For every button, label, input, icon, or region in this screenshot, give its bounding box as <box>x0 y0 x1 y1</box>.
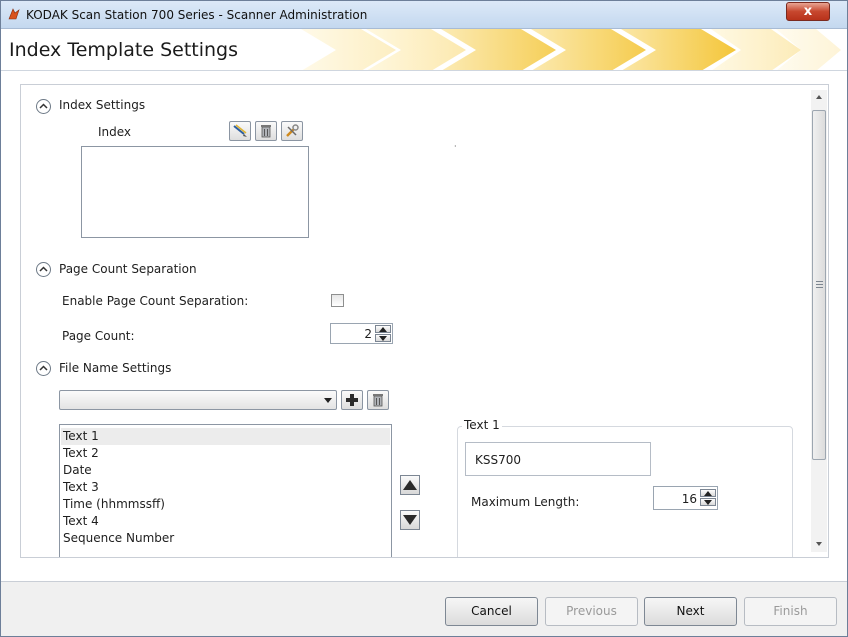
maximum-length-spinner[interactable]: 16 <box>653 486 718 510</box>
page-count-separation-collapse-button[interactable] <box>36 262 51 277</box>
file-name-settings-collapse-button[interactable] <box>36 361 51 376</box>
next-button[interactable]: Next <box>644 597 737 626</box>
trash-icon <box>261 125 271 138</box>
close-button[interactable]: x <box>786 2 830 21</box>
chevron-up-icon <box>39 365 48 371</box>
enable-page-count-separation-checkbox[interactable] <box>331 294 344 307</box>
page-count-spinner[interactable]: 2 <box>330 323 393 344</box>
arrow-down-icon <box>403 515 417 525</box>
index-list-label: Index <box>98 125 132 139</box>
text-value: KSS700 <box>475 453 522 467</box>
move-up-button[interactable] <box>400 475 420 495</box>
list-item[interactable]: Text 3 <box>63 479 99 496</box>
index-settings-section-label: Index Settings <box>59 98 146 112</box>
chevron-up-icon <box>39 266 48 272</box>
add-file-name-field-button[interactable] <box>341 390 363 410</box>
list-item[interactable]: Date <box>63 462 92 479</box>
scanner-admin-window: KODAK Scan Station 700 Series - Scanner … <box>0 0 848 637</box>
window-title: KODAK Scan Station 700 Series - Scanner … <box>26 8 368 22</box>
index-settings-collapse-button[interactable] <box>36 99 51 114</box>
scroll-thumb[interactable] <box>812 110 826 460</box>
settings-panel: Index Settings Index · Page Count Separa… <box>20 84 829 558</box>
cancel-button[interactable]: Cancel <box>445 597 538 626</box>
list-item[interactable]: Text 1 <box>61 428 390 445</box>
finish-button[interactable]: Finish <box>744 597 837 626</box>
maximum-length-increment[interactable] <box>700 489 716 497</box>
maximum-length-label: Maximum Length: <box>471 495 580 509</box>
page-count-separation-section-label: Page Count Separation <box>59 262 197 276</box>
trash-icon <box>373 394 383 407</box>
file-name-fields-list[interactable]: Text 1 Text 2 Date Text 3 Time (hhmmssff… <box>59 424 392 557</box>
dropdown-arrow-icon <box>324 398 332 403</box>
delete-file-name-field-button[interactable] <box>367 390 389 410</box>
triangle-down-icon <box>704 500 712 505</box>
edit-index-button[interactable] <box>229 121 251 141</box>
tools-icon <box>286 124 299 137</box>
scroll-down-arrow-icon[interactable] <box>816 542 822 546</box>
file-name-field-combo[interactable] <box>59 390 337 410</box>
text-field-group-title: Text 1 <box>462 418 502 432</box>
delete-index-button[interactable] <box>255 121 277 141</box>
index-tools-button[interactable] <box>281 121 303 141</box>
page-header: Index Template Settings <box>1 29 847 71</box>
file-name-settings-section-label: File Name Settings <box>59 361 172 375</box>
previous-button[interactable]: Previous <box>545 597 638 626</box>
arrow-up-icon <box>403 480 417 490</box>
index-list[interactable] <box>81 146 309 238</box>
stray-dot: · <box>454 142 457 151</box>
triangle-down-icon <box>379 336 387 341</box>
move-down-button[interactable] <box>400 510 420 530</box>
maximum-length-decrement[interactable] <box>700 498 716 506</box>
scroll-up-arrow-icon[interactable] <box>816 95 822 99</box>
title-bar[interactable]: KODAK Scan Station 700 Series - Scanner … <box>1 1 847 29</box>
list-item[interactable]: Sequence Number <box>63 530 174 547</box>
wizard-footer: Cancel Previous Next Finish <box>1 581 847 636</box>
triangle-up-icon <box>704 491 712 496</box>
maximum-length-value: 16 <box>681 492 697 506</box>
page-count-increment[interactable] <box>375 325 391 333</box>
page-count-label: Page Count: <box>62 329 135 343</box>
enable-page-count-separation-label: Enable Page Count Separation: <box>62 294 249 308</box>
page-count-decrement[interactable] <box>375 334 391 342</box>
list-item[interactable]: Text 4 <box>63 513 99 530</box>
chevron-up-icon <box>39 103 48 109</box>
vertical-scrollbar[interactable] <box>811 90 827 552</box>
plus-icon <box>346 394 358 406</box>
page-count-value: 2 <box>364 327 372 341</box>
page-title: Index Template Settings <box>9 39 239 61</box>
kodak-app-icon <box>8 8 20 20</box>
list-item[interactable]: Time (hhmmssff) <box>63 496 165 513</box>
triangle-up-icon <box>379 327 387 332</box>
list-item[interactable]: Text 2 <box>63 445 99 462</box>
edit-pencil-icon <box>233 124 247 137</box>
text-value-input[interactable]: KSS700 <box>465 442 651 476</box>
